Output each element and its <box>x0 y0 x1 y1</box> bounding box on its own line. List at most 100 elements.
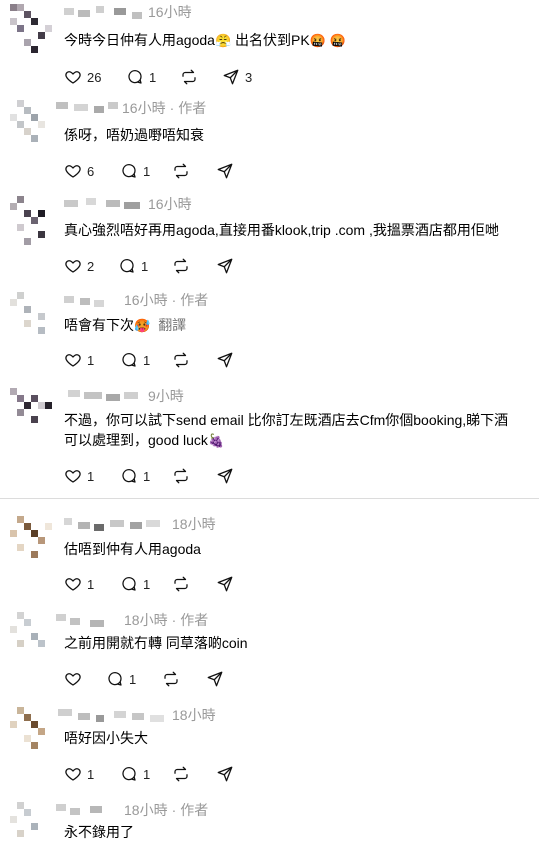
send-icon <box>217 163 233 179</box>
heart-icon <box>65 354 81 367</box>
emoji: 😤 <box>214 34 232 49</box>
repost-button[interactable] <box>180 67 198 87</box>
repost-button[interactable] <box>172 764 190 784</box>
emoji: 🤬 <box>309 34 326 49</box>
like-count: 1 <box>87 576 95 592</box>
like-button[interactable]: 6 <box>64 161 94 181</box>
author-badge: 作者 <box>180 802 209 818</box>
action-bar: 6 1 <box>64 161 264 181</box>
like-button[interactable]: 1 <box>64 574 94 594</box>
emoji: 🤬 <box>329 34 346 49</box>
send-icon <box>207 671 223 687</box>
reply-button[interactable]: 1 <box>120 466 150 486</box>
reply-count: 1 <box>143 468 151 484</box>
repost-button[interactable] <box>172 256 190 276</box>
share-button[interactable] <box>216 764 234 784</box>
username-blurred[interactable] <box>56 100 120 116</box>
comment-icon <box>120 258 134 273</box>
reply-button[interactable]: 1 <box>126 67 156 87</box>
username-blurred[interactable] <box>64 388 142 404</box>
repost-icon <box>174 163 188 179</box>
avatar[interactable] <box>10 612 52 664</box>
like-button[interactable] <box>64 669 82 689</box>
repost-icon <box>174 258 188 274</box>
comment-icon <box>122 163 136 178</box>
emoji: 🥵 <box>134 319 151 334</box>
reply-button[interactable]: 1 <box>120 161 150 181</box>
comment-icon <box>128 69 142 84</box>
share-button[interactable] <box>216 256 234 276</box>
send-icon <box>217 576 233 592</box>
username-blurred[interactable] <box>58 707 168 723</box>
username-blurred[interactable] <box>64 196 146 212</box>
avatar[interactable] <box>10 4 52 56</box>
like-button[interactable]: 26 <box>64 67 101 87</box>
timestamp: 9小時 <box>148 388 184 404</box>
timestamp: 18小時 <box>172 707 216 723</box>
repost-button[interactable] <box>172 466 190 486</box>
repost-button[interactable] <box>162 669 180 689</box>
repost-icon <box>174 576 188 592</box>
like-button[interactable]: 1 <box>64 466 94 486</box>
comment-text: 真心強烈唔好再用agoda,直接用番klook,trip .com ,我搵票酒店… <box>64 222 499 238</box>
avatar[interactable] <box>10 196 52 248</box>
repost-button[interactable] <box>172 350 190 370</box>
reply-count: 1 <box>129 671 137 687</box>
send-icon <box>217 468 233 484</box>
repost-icon <box>174 766 188 782</box>
share-button[interactable] <box>216 466 234 486</box>
comment-icon <box>108 671 122 686</box>
heart-icon <box>65 578 81 591</box>
comment-icon <box>122 576 136 591</box>
timestamp: 16小時 · 作者 <box>124 292 209 308</box>
share-button[interactable] <box>216 161 234 181</box>
reply-button[interactable]: 1 <box>120 350 150 370</box>
action-bar: 1 1 <box>64 466 264 486</box>
timestamp: 16小時 <box>148 196 192 212</box>
reply-button[interactable]: 1 <box>120 764 150 784</box>
timestamp: 18小時 · 作者 <box>124 802 209 818</box>
send-icon <box>223 69 239 85</box>
repost-button[interactable] <box>172 574 190 594</box>
reply-count: 1 <box>143 576 151 592</box>
thread-divider <box>0 498 539 499</box>
share-button[interactable]: 3 <box>222 67 252 87</box>
reply-count: 1 <box>143 163 151 179</box>
send-icon <box>217 766 233 782</box>
heart-icon <box>65 165 81 178</box>
username-blurred[interactable] <box>64 292 108 308</box>
share-button[interactable] <box>216 350 234 370</box>
like-button[interactable]: 2 <box>64 256 94 276</box>
action-bar: 26 1 3 <box>64 67 324 87</box>
comment-text: 永不錄用了 <box>64 824 134 840</box>
username-blurred[interactable] <box>64 4 146 20</box>
share-button[interactable] <box>216 574 234 594</box>
timestamp: 18小時 <box>172 516 216 532</box>
action-bar: 1 1 <box>64 574 264 594</box>
share-button[interactable] <box>206 669 224 689</box>
username-blurred[interactable] <box>64 516 164 532</box>
avatar[interactable] <box>10 388 52 440</box>
comment-icon <box>122 352 136 367</box>
username-blurred[interactable] <box>56 802 106 818</box>
like-count: 1 <box>87 766 95 782</box>
like-count: 1 <box>87 352 95 368</box>
comment-icon <box>122 468 136 483</box>
reply-button[interactable]: 1 <box>120 574 150 594</box>
repost-button[interactable] <box>172 161 190 181</box>
reply-count: 1 <box>143 766 151 782</box>
like-button[interactable]: 1 <box>64 350 94 370</box>
avatar[interactable] <box>10 100 52 152</box>
avatar[interactable] <box>10 707 52 759</box>
translate-link[interactable]: 翻譯 <box>158 317 186 333</box>
like-button[interactable]: 1 <box>64 764 94 784</box>
author-badge: 作者 <box>180 292 209 308</box>
reply-button[interactable]: 1 <box>106 669 136 689</box>
like-count: 1 <box>87 468 95 484</box>
reply-button[interactable]: 1 <box>118 256 148 276</box>
avatar[interactable] <box>10 802 52 854</box>
avatar[interactable] <box>10 516 52 568</box>
avatar[interactable] <box>10 292 52 344</box>
username-blurred[interactable] <box>56 612 106 628</box>
comment-text-line2: 可以處理到，good luck🍇 <box>64 432 225 449</box>
